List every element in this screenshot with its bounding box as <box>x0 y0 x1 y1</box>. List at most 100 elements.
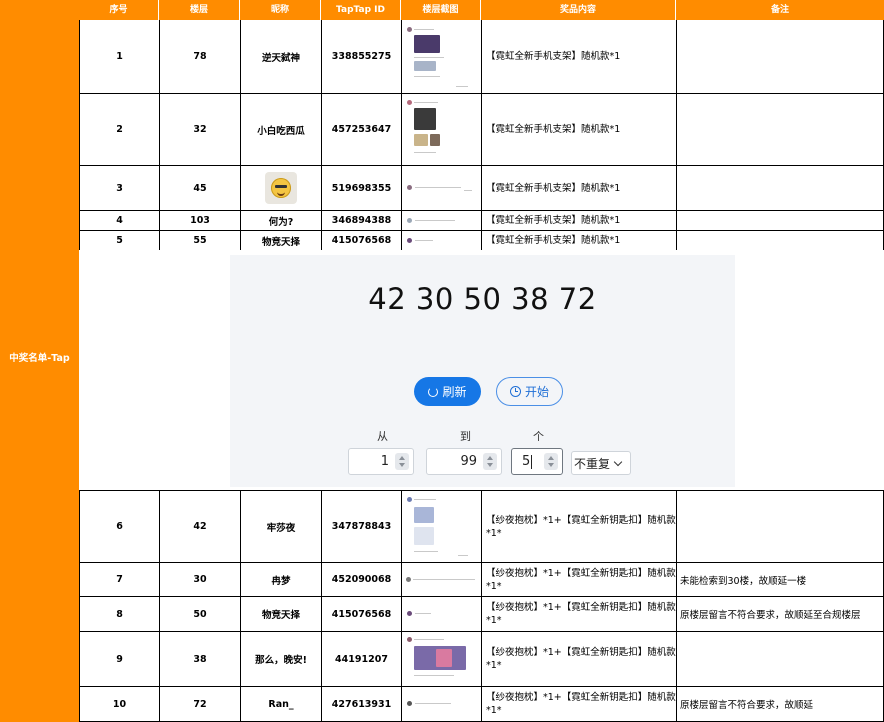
cell-note <box>676 211 884 230</box>
cell-taptap-id: 346894388 <box>321 211 401 230</box>
cell-taptap-id: 338855275 <box>321 20 401 93</box>
table-row: 5 55 物竞天择 415076568 【霓虹全新手机支架】随机款*1 <box>79 231 884 251</box>
cell-index: 3 <box>79 166 159 210</box>
cell-taptap-id: 452090068 <box>321 563 401 596</box>
cell-taptap-id: 415076568 <box>321 231 401 250</box>
start-label: 开始 <box>524 385 549 399</box>
cell-note <box>676 166 884 210</box>
count-stepper[interactable]: 5 <box>511 448 563 475</box>
cell-index: 6 <box>79 491 159 562</box>
from-stepper[interactable]: 1 <box>348 448 414 475</box>
cell-prize: 【纱夜抱枕】*1+【霓虹全新钥匙扣】随机款*1* <box>481 491 676 562</box>
cell-index: 9 <box>79 632 159 686</box>
cell-prize: 【纱夜抱枕】*1+【霓虹全新钥匙扣】随机款*1* <box>481 632 676 686</box>
cell-prize: 【霓虹全新手机支架】随机款*1 <box>481 166 676 210</box>
cell-nickname: 小白吃西瓜 <box>240 94 321 165</box>
table-row: 1 78 逆天弑神 338855275 【霓虹全新手机支架】随机款*1 <box>79 20 884 94</box>
section-label: 中奖名单-Tap <box>9 353 70 364</box>
cell-index: 5 <box>79 231 159 250</box>
header-index: 序号 <box>79 0 159 20</box>
refresh-button[interactable]: 刷新 <box>414 377 481 406</box>
repeat-select[interactable]: 不重复 <box>571 451 631 475</box>
refresh-icon <box>428 386 439 397</box>
cell-floor: 45 <box>159 166 240 210</box>
winner-list-sheet: 中奖名单-Tap 序号 楼层 昵称 TapTap ID 楼层截图 奖品内容 备注… <box>0 0 884 722</box>
floor-screenshot-thumb[interactable] <box>406 609 474 619</box>
count-label: 个 <box>533 430 544 443</box>
repeat-option: 不重复 <box>574 456 611 471</box>
floor-screenshot-thumb[interactable] <box>406 635 476 683</box>
cell-note <box>676 20 884 93</box>
floor-screenshot-thumb[interactable] <box>406 23 474 90</box>
table-row: 6 42 牢莎夜 347878843 【纱夜抱枕】*1+【霓虹全新钥匙扣】随机款… <box>79 491 884 563</box>
cell-note: 原楼层留言不符合要求，故顺延 <box>676 687 884 721</box>
floor-screenshot-thumb[interactable] <box>406 494 474 559</box>
stepper-arrows-icon[interactable] <box>483 453 497 470</box>
cell-nickname: 物竞天择 <box>240 597 321 631</box>
stepper-arrows-icon[interactable] <box>544 453 558 470</box>
start-button[interactable]: 开始 <box>496 377 563 406</box>
floor-screenshot-thumb[interactable] <box>406 574 478 585</box>
cell-screenshot <box>401 632 481 686</box>
header-floor: 楼层 <box>159 0 240 20</box>
cell-prize: 【纱夜抱枕】*1+【霓虹全新钥匙扣】随机款*1* <box>481 687 676 721</box>
refresh-label: 刷新 <box>442 385 467 399</box>
cell-screenshot <box>401 687 481 721</box>
cell-prize: 【霓虹全新手机支架】随机款*1 <box>481 231 676 250</box>
cell-taptap-id: 457253647 <box>321 94 401 165</box>
cell-taptap-id: 347878843 <box>321 491 401 562</box>
table-row: 9 38 那么，晚安! 44191207 【纱夜抱枕】*1+【霓虹全新钥匙扣】随… <box>79 632 884 687</box>
cell-prize: 【霓虹全新手机支架】随机款*1 <box>481 20 676 93</box>
cell-note: 未能检索到30楼，故顺延一楼 <box>676 563 884 596</box>
cell-taptap-id: 427613931 <box>321 687 401 721</box>
cell-floor: 50 <box>159 597 240 631</box>
chevron-down-icon <box>613 457 623 466</box>
header-screenshot: 楼层截图 <box>401 0 481 20</box>
cell-taptap-id: 415076568 <box>321 597 401 631</box>
floor-screenshot-thumb[interactable] <box>406 97 474 162</box>
cell-index: 10 <box>79 687 159 721</box>
clock-icon <box>509 386 521 397</box>
random-picker-panel: 42 30 50 38 72 刷新 开始 从 到 个 1 99 5 不重复 <box>230 255 735 487</box>
drawn-numbers: 42 30 50 38 72 <box>368 282 597 316</box>
cell-screenshot <box>401 166 481 210</box>
cell-taptap-id: 44191207 <box>321 632 401 686</box>
cell-nickname: 何为? <box>240 211 321 230</box>
cell-nickname: 那么，晚安! <box>240 632 321 686</box>
cell-nickname: 冉梦 <box>240 563 321 596</box>
header-nickname: 昵称 <box>240 0 321 20</box>
cell-index: 4 <box>79 211 159 230</box>
table-header: 序号 楼层 昵称 TapTap ID 楼层截图 奖品内容 备注 <box>79 0 884 20</box>
count-value: 5 <box>522 454 531 469</box>
table-row: 2 32 小白吃西瓜 457253647 【霓虹全新手机支架】随机款*1 <box>79 94 884 166</box>
from-label: 从 <box>377 430 388 443</box>
cell-nickname: 物竞天择 <box>240 231 321 250</box>
floor-screenshot-thumb[interactable] <box>406 181 474 195</box>
table-row: 3 45 519698355 【霓虹全新手机支架】随机款*1 <box>79 166 884 211</box>
cell-index: 2 <box>79 94 159 165</box>
cell-screenshot <box>401 20 481 93</box>
header-prize: 奖品内容 <box>481 0 676 20</box>
cell-nickname: 牢莎夜 <box>240 491 321 562</box>
to-stepper[interactable]: 99 <box>426 448 502 475</box>
stepper-arrows-icon[interactable] <box>395 453 409 470</box>
cell-screenshot <box>401 231 481 250</box>
cell-nickname <box>240 166 321 210</box>
cell-taptap-id: 519698355 <box>321 166 401 210</box>
cell-floor: 30 <box>159 563 240 596</box>
cell-screenshot <box>401 563 481 596</box>
cell-prize: 【霓虹全新手机支架】随机款*1 <box>481 94 676 165</box>
cell-nickname: Ran_ <box>240 687 321 721</box>
cell-prize: 【纱夜抱枕】*1+【霓虹全新钥匙扣】随机款*1* <box>481 597 676 631</box>
table-row: 10 72 Ran_ 427613931 【纱夜抱枕】*1+【霓虹全新钥匙扣】随… <box>79 687 884 722</box>
cell-floor: 32 <box>159 94 240 165</box>
floor-screenshot-thumb[interactable] <box>406 215 474 226</box>
cell-floor: 103 <box>159 211 240 230</box>
cell-screenshot <box>401 597 481 631</box>
floor-screenshot-thumb[interactable] <box>406 235 474 246</box>
cell-floor: 55 <box>159 231 240 250</box>
floor-screenshot-thumb[interactable] <box>406 699 474 709</box>
cell-note: 原楼层留言不符合要求，故顺延至合规楼层 <box>676 597 884 631</box>
cell-prize: 【纱夜抱枕】*1+【霓虹全新钥匙扣】随机款*1* <box>481 563 676 596</box>
emoji-avatar-icon <box>265 172 297 204</box>
